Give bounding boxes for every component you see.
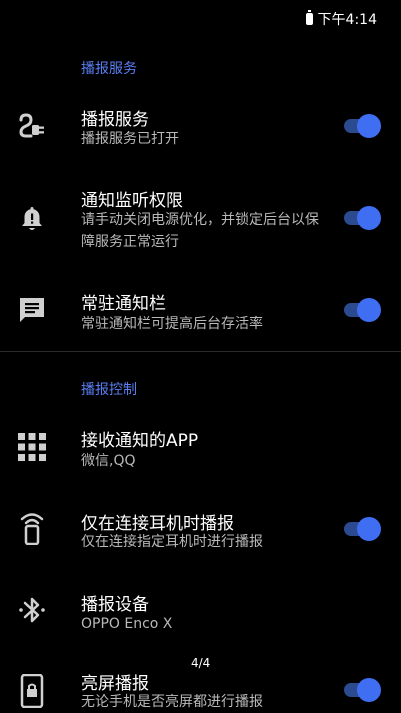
setting-row-broadcast-device[interactable]: 播报设备 OPPO Enco X [0,585,401,645]
setting-row-persistent-notification[interactable]: 常驻通知栏 常驻通知栏可提高后台存活率 [0,284,401,344]
setting-row-broadcast-service[interactable]: 播报服务 播报服务已打开 [0,98,401,168]
status-bar: 下午4:14 [0,0,401,36]
setting-row-notification-permission[interactable]: 通知监听权限 请手动关闭电源优化，并锁定后台以保障服务正常运行 [0,180,401,260]
setting-subtitle: 播报服务已打开 [81,131,179,147]
setting-row-headphone-only[interactable]: 仅在连接耳机时播报 仅在连接指定耳机时进行播报 [0,503,401,563]
message-icon [15,293,49,327]
toggle-thumb [357,206,381,230]
setting-subtitle: 仅在连接指定耳机时进行播报 [81,534,263,550]
device-signal-icon [15,511,49,545]
setting-row-screen-on-broadcast[interactable]: 亮屏播报 无论手机是否亮屏都进行播报 [0,666,401,712]
setting-title: 常驻通知栏 [81,294,166,314]
section-header-broadcast-control: 播报控制 [81,382,137,398]
notification-permission-toggle[interactable] [344,206,381,230]
persistent-notification-toggle[interactable] [344,298,381,322]
toggle-thumb [357,298,381,322]
setting-subtitle: 常驻通知栏可提高后台存活率 [81,316,263,332]
headphone-only-toggle[interactable] [344,517,381,541]
screen-on-broadcast-toggle[interactable] [344,678,381,702]
setting-title: 播报设备 [81,595,149,615]
setting-title: 播报服务 [81,110,149,130]
power-plug-icon [15,108,49,142]
broadcast-service-toggle[interactable] [344,114,381,138]
battery-icon [305,10,313,25]
setting-subtitle: OPPO Enco X [81,616,173,632]
status-right: 下午4:14 [305,9,377,29]
setting-title: 通知监听权限 [81,191,183,211]
setting-title: 接收通知的APP [81,431,199,451]
status-time: 下午4:14 [317,12,377,28]
page-indicator: 4/4 [191,656,211,670]
setting-subtitle: 微信,QQ [81,453,136,469]
setting-subtitle: 请手动关闭电源优化，并锁定后台以保障服务正常运行 [81,212,319,250]
divider [0,351,401,352]
toggle-thumb [357,114,381,138]
bluetooth-icon [15,593,49,627]
toggle-thumb [357,517,381,541]
section-header-broadcast-service: 播报服务 [81,61,137,77]
screen-lock-icon [15,674,49,708]
apps-grid-icon [15,430,49,464]
setting-row-notification-apps[interactable]: 接收通知的APP 微信,QQ [0,420,401,480]
setting-subtitle: 无论手机是否亮屏都进行播报 [81,694,263,710]
bell-alert-icon [15,202,49,236]
toggle-thumb [357,678,381,702]
